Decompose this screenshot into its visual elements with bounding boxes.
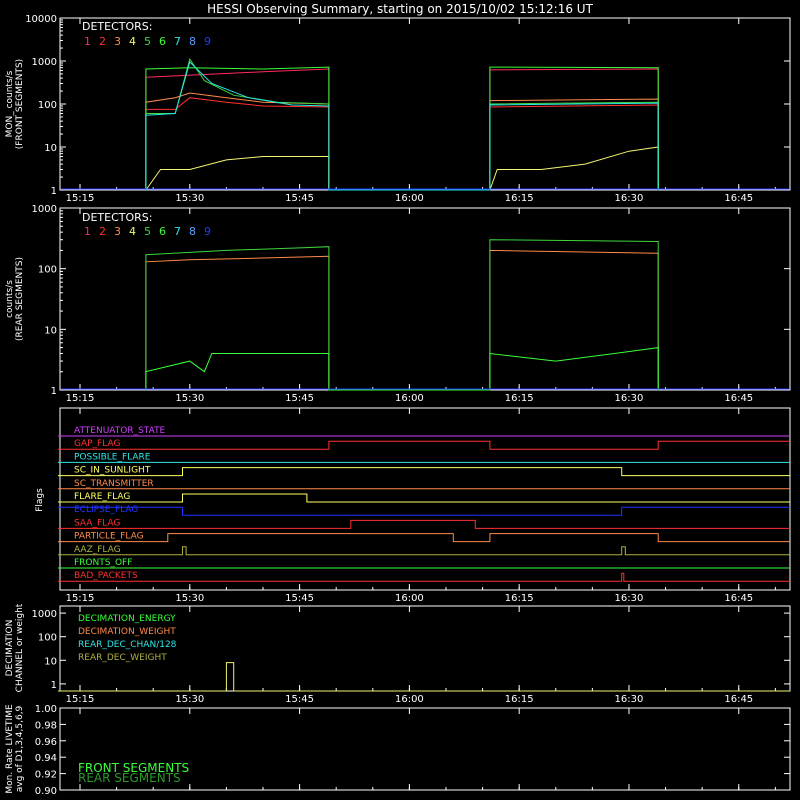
livetime-ylabel2: avg of D1,3,4,5,6,9: [15, 705, 25, 792]
rear-ylabel2: (REAR SEGMENTS): [15, 257, 25, 341]
flag-label: FRONTS_OFF: [74, 558, 132, 568]
detector-legend-label: 2: [99, 35, 106, 48]
y-tick-label: 100: [38, 633, 57, 644]
x-tick-label: 16:30: [615, 694, 644, 705]
livetime-legend-label: REAR SEGMENTS: [78, 771, 181, 785]
y-tick-label: 0.94: [35, 753, 57, 764]
y-tick-label: 1: [51, 680, 57, 691]
livetime-ylabel: Mon. Rate LIVETIME: [5, 704, 15, 794]
detector-legend-label: 1: [84, 225, 91, 238]
x-tick-label: 15:30: [175, 593, 204, 604]
x-tick-label: 15:30: [175, 694, 204, 705]
y-tick-label: 0.98: [35, 720, 57, 731]
detector-legend-label: 7: [174, 225, 181, 238]
y-tick-label: 10: [44, 325, 57, 336]
y-tick-label: 100: [38, 100, 57, 111]
detector-legend-label: 4: [129, 225, 136, 238]
detector-legend-label: 8: [189, 225, 196, 238]
front-detector-legend: 123456789: [84, 35, 211, 48]
detector-legend-label: 9: [204, 35, 211, 48]
flags-ylabel: Flags: [35, 488, 45, 512]
detector-legend-label: 7: [174, 35, 181, 48]
y-tick-label: 0.90: [35, 786, 57, 797]
x-tick-label: 16:00: [395, 694, 424, 705]
y-tick-label: 1000: [32, 204, 57, 215]
x-tick-label: 16:45: [724, 193, 753, 204]
decimation-ylabel: DECIMATION: [5, 620, 15, 677]
x-tick-label: 16:15: [505, 694, 534, 705]
x-tick-label: 15:30: [175, 193, 204, 204]
detector-legend-label: 3: [114, 225, 121, 238]
decimation-legend-label: REAR_DEC_CHAN/128: [78, 640, 177, 650]
x-tick-label: 16:30: [615, 393, 644, 404]
hessi-summary-chart: HESSI Observing Summary, starting on 201…: [0, 0, 800, 800]
detector-legend-label: 1: [84, 35, 91, 48]
flag-label: ATTENUATOR_STATE: [74, 426, 166, 436]
x-tick-label: 16:00: [395, 393, 424, 404]
x-tick-label: 16:30: [615, 193, 644, 204]
x-tick-label: 16:15: [505, 193, 534, 204]
y-tick-label: 1: [51, 386, 57, 397]
y-tick-label: 0.92: [35, 770, 57, 781]
x-tick-label: 15:30: [175, 393, 204, 404]
x-tick-label: 15:45: [285, 193, 314, 204]
detector-legend-label: 5: [144, 225, 151, 238]
decimation-ylabel2: CHANNEL or weight: [15, 603, 25, 692]
livetime-group: FRONT SEGMENTSREAR SEGMENTS: [78, 761, 189, 785]
y-tick-label: 1000: [32, 609, 57, 620]
detector-legend-label: 3: [114, 35, 121, 48]
x-tick-label: 16:00: [395, 193, 424, 204]
x-tick-label: 16:45: [724, 593, 753, 604]
flag-label: PARTICLE_FLAG: [74, 532, 144, 542]
x-tick-label: 15:45: [285, 694, 314, 705]
detector-legend-label: 6: [159, 225, 166, 238]
x-tick-label: 16:00: [395, 593, 424, 604]
x-tick-label: 15:15: [66, 694, 95, 705]
detector-legend-label: 5: [144, 35, 151, 48]
front-legend-title: DETECTORS:: [82, 20, 152, 33]
x-tick-label: 16:45: [724, 694, 753, 705]
y-tick-label: 0.96: [35, 737, 57, 748]
flag-label: POSSIBLE_FLARE: [74, 452, 151, 462]
decimation-legend-label: DECIMATION_ENERGY: [78, 614, 176, 624]
flag-label: FLARE_FLAG: [74, 492, 130, 502]
flag-label: SC_IN_SUNLIGHT: [74, 466, 151, 476]
flag-label: AAZ_FLAG: [74, 545, 121, 555]
rear-detector-legend: 123456789: [84, 225, 211, 238]
detector-legend-label: 2: [99, 225, 106, 238]
x-tick-label: 15:45: [285, 393, 314, 404]
y-tick-label: 100: [38, 265, 57, 276]
detector-legend-label: 6: [159, 35, 166, 48]
y-tick-label: 1.00: [35, 704, 57, 715]
flag-label: GAP_FLAG: [74, 439, 120, 449]
x-tick-label: 16:15: [505, 393, 534, 404]
flag-label: SAA_FLAG: [74, 518, 120, 528]
rear-ylabel: counts/s: [5, 280, 15, 318]
rear-legend-title: DETECTORS:: [82, 211, 152, 224]
y-tick-label: 10000: [25, 14, 57, 25]
x-tick-label: 15:15: [66, 193, 95, 204]
flag-label: SC_TRANSMITTER: [74, 479, 154, 489]
detector-legend-label: 4: [129, 35, 136, 48]
x-tick-label: 15:15: [66, 593, 95, 604]
y-tick-label: 1000: [32, 57, 57, 68]
detector-legend-label: 9: [204, 225, 211, 238]
x-tick-label: 16:45: [724, 393, 753, 404]
flag-label: BAD_PACKETS: [74, 571, 138, 581]
front-ylabel2: (FRONT SEGMENTS): [15, 59, 25, 149]
front-ylabel: MON_ counts/s: [5, 70, 15, 137]
detector-legend-label: 8: [189, 35, 196, 48]
y-tick-label: 10: [44, 143, 57, 154]
decimation-legend-label: DECIMATION_WEIGHT: [78, 627, 176, 637]
x-tick-label: 15:45: [285, 593, 314, 604]
y-tick-label: 10: [44, 656, 57, 667]
y-tick-label: 1: [51, 186, 57, 197]
x-tick-label: 15:15: [66, 393, 95, 404]
decimation-legend-label: REAR_DEC_WEIGHT: [78, 653, 167, 663]
x-tick-label: 16:15: [505, 593, 534, 604]
x-tick-label: 16:30: [615, 593, 644, 604]
chart-title: HESSI Observing Summary, starting on 201…: [207, 2, 593, 16]
